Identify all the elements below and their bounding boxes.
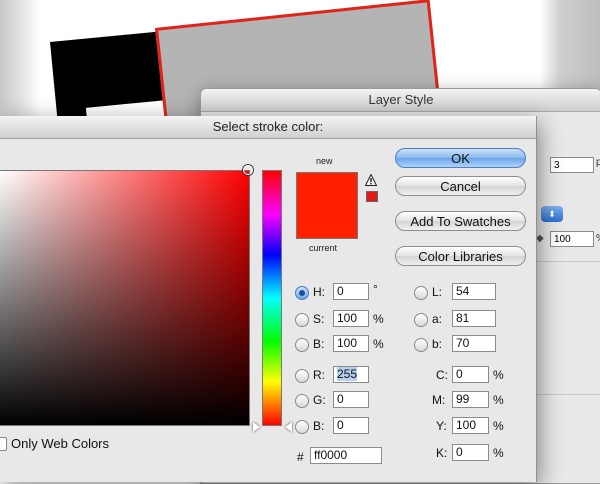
checkbox-box[interactable] <box>0 436 7 451</box>
hue-radio[interactable] <box>295 286 309 300</box>
brightness-radio[interactable] <box>295 338 309 352</box>
green-radio[interactable] <box>295 394 309 408</box>
red-value-selected: 255 <box>337 367 358 381</box>
opacity-unit: % <box>596 233 600 244</box>
blue-radio[interactable] <box>295 420 309 434</box>
layer-style-title: Layer Style <box>201 89 600 112</box>
saturation-label: S: <box>313 312 325 326</box>
brightness-unit: % <box>373 337 384 351</box>
only-web-colors-label: Only Web Colors <box>11 436 110 451</box>
dialog-title: Select stroke color: <box>0 116 536 139</box>
hex-label: # <box>297 450 304 464</box>
lab-b-radio[interactable] <box>414 338 428 352</box>
cyan-field[interactable]: 0 <box>452 366 489 383</box>
lab-l-radio[interactable] <box>414 286 428 300</box>
lab-a-radio[interactable] <box>414 313 428 327</box>
lab-b-field[interactable]: 70 <box>452 335 496 352</box>
blue-label: B: <box>313 419 325 433</box>
current-color-swatch[interactable] <box>296 205 358 239</box>
black-label: K: <box>436 446 448 460</box>
hex-field[interactable]: ff0000 <box>310 447 382 464</box>
new-color-label: new <box>316 156 333 166</box>
lab-l-field[interactable]: 54 <box>452 283 496 300</box>
red-field[interactable]: 255 <box>333 366 369 383</box>
brightness-label: B: <box>313 337 325 351</box>
black-field[interactable]: 0 <box>452 444 489 461</box>
hue-label: H: <box>313 285 325 299</box>
yellow-unit: % <box>493 419 504 433</box>
blend-mode-select[interactable]: ⬍ <box>541 206 563 222</box>
red-label: R: <box>313 368 325 382</box>
saturation-brightness-field[interactable] <box>0 170 250 426</box>
red-radio[interactable] <box>295 369 309 383</box>
slider-left-arrow-icon[interactable] <box>253 422 260 432</box>
cyan-label: C: <box>436 368 448 382</box>
add-to-swatches-button[interactable]: Add To Swatches <box>395 211 526 231</box>
lab-a-label: a: <box>432 312 443 326</box>
cancel-button[interactable]: Cancel <box>395 176 526 196</box>
blue-field[interactable]: 0 <box>333 417 369 434</box>
color-picker-dialog: Select stroke color: Only Web Colors new… <box>0 116 537 482</box>
yellow-field[interactable]: 100 <box>452 417 489 434</box>
black-unit: % <box>493 446 504 460</box>
color-field-marker[interactable] <box>243 165 253 175</box>
hue-field[interactable]: 0 <box>333 283 369 300</box>
saturation-radio[interactable] <box>295 313 309 327</box>
hue-unit: ° <box>373 282 378 296</box>
lab-a-field[interactable]: 81 <box>452 310 496 327</box>
green-field[interactable]: 0 <box>333 391 369 408</box>
divider <box>537 394 600 395</box>
opacity-field[interactable]: 100 <box>550 231 594 247</box>
hue-slider[interactable] <box>262 170 282 426</box>
yellow-label: Y: <box>436 419 447 433</box>
brightness-field[interactable]: 100 <box>333 335 369 352</box>
cyan-unit: % <box>493 368 504 382</box>
divider <box>537 261 600 262</box>
warning-triangle-icon[interactable] <box>365 174 377 186</box>
current-color-label: current <box>309 243 338 253</box>
opacity-slider-icon[interactable]: ◆ <box>536 233 544 244</box>
only-web-colors-checkbox[interactable]: Only Web Colors <box>0 436 109 451</box>
magenta-unit: % <box>493 393 504 407</box>
stroke-size-field[interactable]: 3 <box>550 157 594 173</box>
magenta-label: M: <box>432 393 446 407</box>
new-color-swatch <box>296 172 358 206</box>
slider-right-arrow-icon[interactable] <box>285 422 292 432</box>
stroke-size-unit: p <box>596 157 600 168</box>
lab-b-label: b: <box>432 337 443 351</box>
magenta-field[interactable]: 99 <box>452 391 489 408</box>
green-label: G: <box>313 393 326 407</box>
saturation-unit: % <box>373 312 384 326</box>
lab-l-label: L: <box>432 285 443 299</box>
gamut-warning-swatch[interactable] <box>366 191 378 202</box>
ok-button[interactable]: OK <box>395 148 526 168</box>
saturation-field[interactable]: 100 <box>333 310 369 327</box>
color-libraries-button[interactable]: Color Libraries <box>395 246 526 266</box>
